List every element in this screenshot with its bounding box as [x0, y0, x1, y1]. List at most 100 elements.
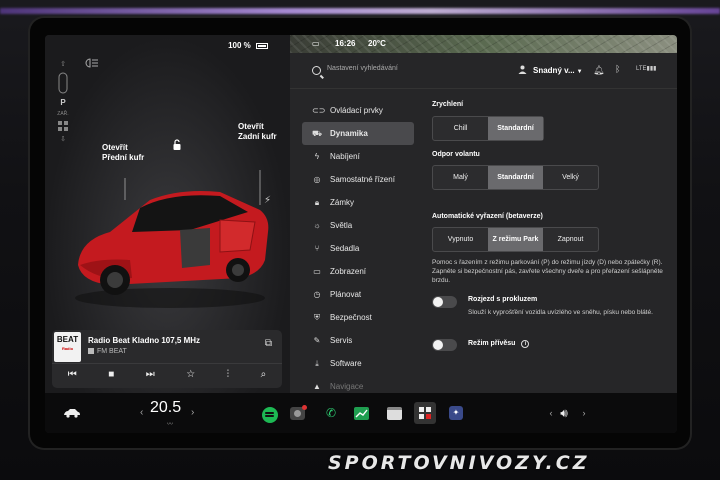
gear-park: P: [60, 98, 66, 107]
rear-trunk-button[interactable]: Otevřít Zadní kufr: [238, 122, 277, 142]
apps-grid-icon[interactable]: [414, 402, 436, 424]
menu-item-autopilot[interactable]: ◎ Samostatné řízení: [302, 168, 414, 191]
menu-item-locks[interactable]: 🔒︎ Zámky: [302, 191, 414, 214]
volume-up-icon[interactable]: ›: [573, 402, 595, 424]
bluetooth-icon[interactable]: ᛒ: [615, 64, 620, 74]
navigation-app-icon[interactable]: ✦: [445, 402, 467, 424]
touchscreen: 100 % ⇧ P ZAŘ. ⇩ Otevřít Přední kufr Ote…: [45, 35, 677, 433]
menu-item-controls[interactable]: ⊂⊃ Ovládací prvky: [302, 99, 414, 122]
headlights-icon[interactable]: [85, 58, 99, 68]
gear-selector[interactable]: ⇧ P ZAŘ. ⇩: [54, 60, 72, 143]
media-player[interactable]: BEAT Radio Radio Beat Kladno 107,5 MHz F…: [52, 330, 282, 388]
lte-signal-icon: LTE▮▮▮: [636, 66, 657, 72]
car-top-icon: [58, 72, 68, 94]
user-icon[interactable]: [518, 65, 527, 74]
camera-app-icon[interactable]: [286, 402, 308, 424]
trailer-label: Režim přívěsu i: [468, 340, 530, 348]
temp-down-icon[interactable]: ‹: [140, 407, 143, 418]
driver-profile-name: Snadný v...: [533, 66, 575, 75]
menu-item-safety[interactable]: ⛨ Bezpečnost: [302, 306, 414, 329]
seat-heat-icon[interactable]: 〰: [167, 419, 173, 428]
media-controls: ⏮ ■ ⏭ ☆ ⫶ ⌕: [52, 363, 282, 385]
menu-item-label: Plánovat: [330, 290, 362, 299]
menu-item-display[interactable]: ▭ Zobrazení: [302, 260, 414, 283]
gear-down-icon[interactable]: ⇩: [60, 135, 66, 143]
menu-item-seats[interactable]: ⑂ Sedadla: [302, 237, 414, 260]
rocking-label: Rozjezd s prokluzem: [468, 296, 538, 303]
park-shift-on[interactable]: Zapnout: [543, 228, 598, 251]
front-trunk-button[interactable]: Otevřít Přední kufr: [102, 143, 144, 163]
sun-icon: ☼: [313, 221, 321, 230]
bolt-icon: ϟ: [314, 152, 320, 161]
next-icon[interactable]: ⏭: [146, 369, 155, 380]
volume-icon[interactable]: 🔊︎: [553, 402, 575, 424]
menu-item-label: Světla: [330, 221, 353, 230]
trailer-toggle[interactable]: [432, 339, 457, 351]
radio-logo: BEAT Radio: [54, 332, 81, 362]
station-title: Radio Beat Kladno 107,5 MHz: [88, 336, 201, 345]
driver-profile[interactable]: Snadný v... ▼: [533, 66, 583, 75]
battery-icon: [256, 42, 268, 49]
steering-standard[interactable]: Standardní: [488, 166, 543, 189]
phone-icon[interactable]: ✆: [320, 402, 342, 424]
menu-item-schedule[interactable]: ◷ Plánovat: [302, 283, 414, 306]
gear-up-icon[interactable]: ⇧: [60, 60, 66, 68]
menu-item-service[interactable]: ✎ Servis: [302, 329, 414, 352]
menu-item-label: Bezpečnost: [330, 313, 372, 322]
menu-item-dynamics[interactable]: ⛟ Dynamika: [302, 122, 414, 145]
wrench-icon: ✎: [313, 336, 321, 345]
watermark: SPORTOVNIVOZY.CZ: [328, 452, 590, 474]
settings-header: Nastavení vyhledávání Snadný v... ▼ 🔔︎ ᛒ …: [290, 53, 677, 89]
settings-search-input[interactable]: Nastavení vyhledávání: [327, 65, 398, 72]
acceleration-chill[interactable]: Chill: [433, 117, 488, 140]
menu-item-label: Ovládací prvky: [330, 106, 383, 115]
equalizer-icon[interactable]: ⧉: [265, 338, 272, 349]
acceleration-selector: Chill Standardní: [432, 116, 544, 141]
menu-item-software[interactable]: ⤓ Software: [302, 352, 414, 375]
station-source-label: FM BEAT: [97, 348, 127, 355]
menu-item-charging[interactable]: ϟ Nabíjení: [302, 145, 414, 168]
seat-icon: ⑂: [314, 244, 320, 253]
acceleration-standard[interactable]: Standardní: [488, 117, 543, 140]
rocking-toggle[interactable]: [432, 296, 457, 308]
unlock-icon[interactable]: [172, 139, 182, 151]
menu-item-label: Zámky: [330, 198, 354, 207]
radio-logo-text: BEAT: [56, 335, 79, 344]
status-bar: ▭ 16:26 20°C: [290, 35, 677, 53]
steering-heavy[interactable]: Velký: [543, 166, 598, 189]
cabin-temperature[interactable]: 20.5: [150, 399, 181, 417]
favorite-star-icon[interactable]: ☆: [186, 369, 195, 380]
radio-icon: [88, 348, 94, 355]
menu-item-lights[interactable]: ☼ Světla: [302, 214, 414, 237]
park-shift-off[interactable]: Vypnuto: [433, 228, 488, 251]
toggle-icon: ⊂⊃: [312, 106, 326, 115]
download-icon: ⤓: [315, 358, 319, 368]
trailer-label-text: Režim přívěsu: [468, 340, 516, 347]
steering-light[interactable]: Malý: [433, 166, 488, 189]
media-search-icon[interactable]: ⌕: [261, 369, 267, 380]
menu-item-label: Dynamika: [330, 129, 368, 138]
settings-panel: Nastavení vyhledávání Snadný v... ▼ 🔔︎ ᛒ …: [290, 53, 677, 393]
park-shift-title: Automatické vyřazení (betaverze): [432, 213, 543, 220]
car-icon: ⛟: [312, 128, 323, 138]
park-shift-selector: Vypnuto Z režimu Park Zapnout: [432, 227, 599, 252]
display-icon: ▭: [313, 267, 321, 276]
radio-logo-subtext: Radio: [61, 346, 74, 351]
menu-item-label: Nabíjení: [330, 152, 360, 161]
search-icon: [312, 66, 321, 75]
outside-temperature: 20°C: [368, 39, 386, 48]
energy-app-icon[interactable]: [350, 402, 372, 424]
clock-icon: ◷: [313, 290, 321, 299]
temp-up-icon[interactable]: ›: [191, 407, 194, 418]
station-source: FM BEAT: [88, 348, 127, 355]
stop-icon[interactable]: ■: [108, 369, 114, 380]
menu-item-label: Servis: [330, 336, 353, 345]
car-icon[interactable]: [61, 402, 83, 424]
bell-icon[interactable]: 🔔︎: [593, 65, 604, 76]
spotify-icon[interactable]: [257, 402, 279, 424]
previous-icon[interactable]: ⏮: [68, 369, 77, 380]
browser-app-icon[interactable]: [383, 402, 405, 424]
park-shift-from-park[interactable]: Z režimu Park: [488, 228, 543, 251]
info-icon[interactable]: i: [521, 340, 530, 348]
sliders-icon[interactable]: ⫶: [227, 369, 230, 380]
